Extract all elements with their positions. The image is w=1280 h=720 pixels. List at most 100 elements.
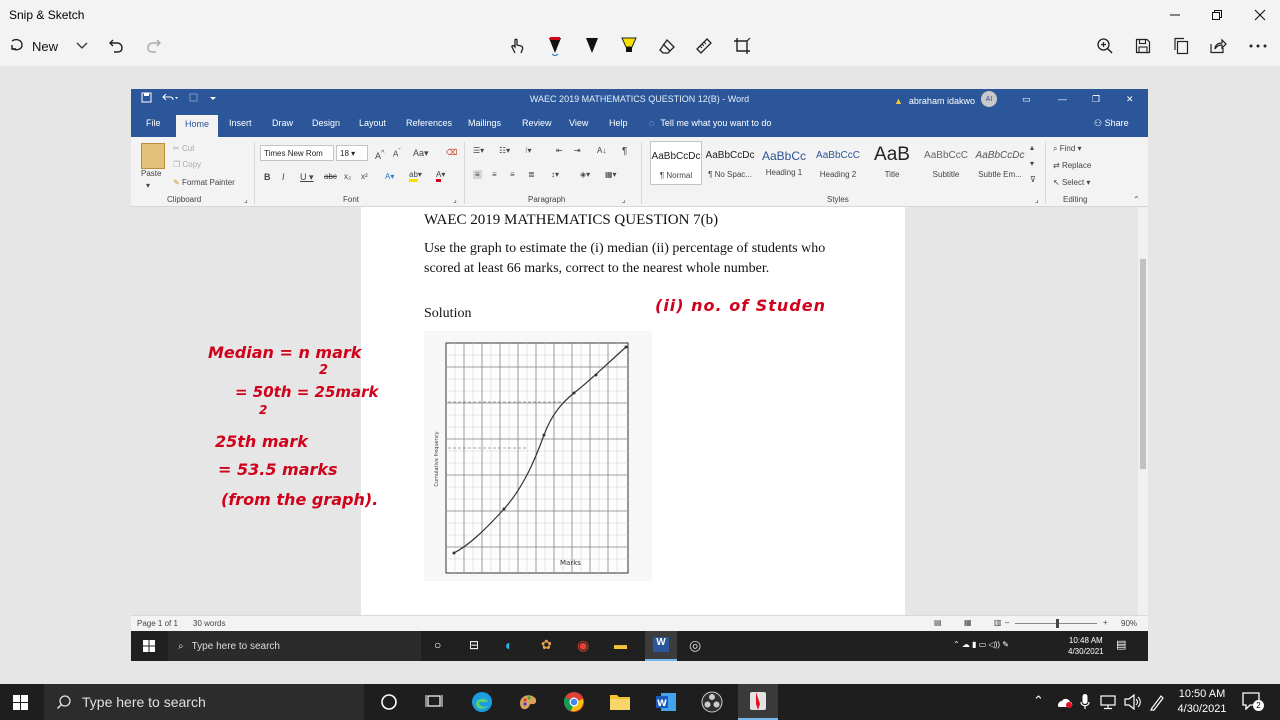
styles-scroll-down-icon[interactable]: ▾ bbox=[1030, 159, 1034, 168]
font-launcher-icon[interactable]: ⌟ bbox=[453, 195, 457, 204]
edge-button[interactable] bbox=[470, 690, 494, 714]
line-spacing-icon[interactable]: ↕▾ bbox=[551, 170, 559, 179]
obs-button[interactable] bbox=[700, 690, 724, 714]
close-button[interactable] bbox=[1240, 2, 1280, 28]
font-color-icon[interactable]: A▾ bbox=[436, 170, 445, 182]
zoom-out-icon[interactable]: – bbox=[1005, 618, 1009, 627]
tab-help[interactable]: Help bbox=[609, 118, 628, 128]
word-button[interactable]: W bbox=[654, 690, 678, 714]
style-no-spacing[interactable]: AaBbCcDc ¶ No Spac... bbox=[704, 141, 756, 185]
zoom-slider-thumb[interactable] bbox=[1056, 619, 1059, 628]
superscript-icon[interactable]: x² bbox=[361, 172, 368, 181]
replace-button[interactable]: ⇄ Replace bbox=[1053, 161, 1091, 170]
zoom-level[interactable]: 90% bbox=[1121, 619, 1137, 628]
style-subtle-emphasis[interactable]: AaBbCcDc Subtle Em... bbox=[974, 141, 1026, 185]
save-button[interactable] bbox=[1131, 30, 1155, 62]
volume-icon[interactable] bbox=[1124, 694, 1142, 710]
obs-icon[interactable]: ◎ bbox=[689, 637, 701, 654]
select-button[interactable]: ↖ Select ▾ bbox=[1053, 178, 1090, 187]
crop-button[interactable] bbox=[730, 30, 754, 62]
word-restore-icon[interactable]: ❐ bbox=[1092, 94, 1100, 105]
share-word-button[interactable]: ⚇ Share bbox=[1094, 118, 1129, 129]
tab-home[interactable]: Home bbox=[176, 115, 219, 137]
shrink-font-icon[interactable]: Aˇ bbox=[393, 148, 401, 159]
highlight-color-icon[interactable]: ab▾ bbox=[409, 170, 422, 182]
document-page[interactable]: WAEC 2019 MATHEMATICS QUESTION 7(b) Use … bbox=[361, 207, 905, 615]
pencil-button[interactable] bbox=[580, 30, 604, 62]
cut-button[interactable]: ✂ Cut bbox=[173, 144, 194, 153]
tab-file[interactable]: File bbox=[146, 118, 161, 128]
shading-icon[interactable]: ◈▾ bbox=[580, 170, 590, 179]
bold-icon[interactable]: B bbox=[264, 172, 271, 182]
web-layout-icon[interactable]: ▥ bbox=[994, 618, 1002, 627]
italic-icon[interactable]: I bbox=[282, 172, 285, 182]
print-layout-icon[interactable]: ▦ bbox=[964, 618, 972, 627]
format-painter-button[interactable]: ✎ Format Painter bbox=[173, 178, 235, 187]
show-hidden-icons-icon[interactable]: ⌃ bbox=[1033, 693, 1044, 709]
align-left-icon[interactable]: ≡ bbox=[473, 170, 482, 179]
subscript-icon[interactable]: x₂ bbox=[344, 172, 351, 181]
word-close-icon[interactable]: ✕ bbox=[1126, 94, 1134, 105]
paragraph-launcher-icon[interactable]: ⌟ bbox=[622, 195, 626, 204]
font-name-combo[interactable]: Times New Rom bbox=[260, 145, 334, 161]
scrollbar-thumb[interactable] bbox=[1140, 259, 1146, 469]
tab-design[interactable]: Design bbox=[312, 118, 340, 128]
tray-icons[interactable]: ⌃ ☁ ▮ ▭ ◁)) ✎ bbox=[953, 640, 1009, 649]
find-button[interactable]: ⌕ Find ▾ bbox=[1053, 144, 1082, 154]
snip-sketch-taskbar-button[interactable] bbox=[738, 684, 778, 720]
file-explorer-button[interactable] bbox=[608, 690, 632, 714]
inner-notification-icon[interactable]: ▤ bbox=[1116, 638, 1126, 651]
snip-canvas[interactable]: WAEC 2019 MATHEMATICS QUESTION 12(B) - W… bbox=[0, 66, 1280, 684]
text-effects-icon[interactable]: A▾ bbox=[385, 172, 394, 181]
collapse-ribbon-icon[interactable]: ⌃ bbox=[1133, 195, 1140, 204]
user-account[interactable]: ▲ abraham idakwo AI bbox=[894, 91, 997, 107]
chrome-button[interactable] bbox=[562, 690, 586, 714]
task-view-icon[interactable]: ⊟ bbox=[469, 638, 479, 652]
zoom-button[interactable] bbox=[1093, 30, 1117, 62]
increase-indent-icon[interactable]: ⇥ bbox=[574, 146, 581, 155]
windows-start-icon[interactable] bbox=[13, 695, 28, 710]
windows-start-icon[interactable] bbox=[143, 640, 155, 652]
cortana-icon[interactable]: ○ bbox=[434, 638, 441, 652]
grow-font-icon[interactable]: A^ bbox=[375, 148, 385, 161]
zoom-in-small-icon[interactable]: + bbox=[1103, 618, 1108, 627]
paint-button[interactable] bbox=[516, 690, 540, 714]
chrome-icon[interactable]: ◉ bbox=[577, 637, 589, 654]
tab-view[interactable]: View bbox=[569, 118, 588, 128]
align-center-icon[interactable]: ≡ bbox=[492, 170, 497, 179]
clear-formatting-icon[interactable]: ⌫ bbox=[446, 148, 457, 157]
tab-review[interactable]: Review bbox=[522, 118, 552, 128]
paste-button[interactable]: Paste bbox=[141, 169, 161, 178]
styles-scroll-up-icon[interactable]: ▴ bbox=[1030, 143, 1034, 152]
task-view-button[interactable] bbox=[422, 690, 446, 714]
microphone-icon[interactable] bbox=[1080, 694, 1090, 710]
page-count[interactable]: Page 1 of 1 bbox=[137, 619, 178, 628]
maximize-button[interactable] bbox=[1197, 2, 1237, 28]
tab-references[interactable]: References bbox=[406, 118, 452, 128]
sort-icon[interactable]: A↓ bbox=[597, 146, 606, 155]
styles-more-icon[interactable]: ⊽ bbox=[1030, 175, 1036, 184]
styles-launcher-icon[interactable]: ⌟ bbox=[1035, 195, 1039, 204]
document-scrollbar[interactable] bbox=[1138, 207, 1148, 615]
cortana-button[interactable] bbox=[377, 690, 401, 714]
numbering-icon[interactable]: ☷▾ bbox=[499, 146, 510, 155]
tab-insert[interactable]: Insert bbox=[229, 118, 252, 128]
style-heading-2[interactable]: AaBbCcC Heading 2 bbox=[812, 141, 864, 185]
edge-icon[interactable]: ◐ bbox=[505, 637, 513, 653]
word-count[interactable]: 30 words bbox=[193, 619, 225, 628]
share-button[interactable] bbox=[1206, 30, 1230, 62]
paste-icon[interactable] bbox=[141, 143, 165, 169]
change-case-icon[interactable]: Aa▾ bbox=[413, 148, 429, 159]
highlighter-button[interactable] bbox=[617, 30, 641, 62]
strikethrough-icon[interactable]: abc bbox=[324, 172, 337, 181]
onedrive-icon[interactable] bbox=[1055, 696, 1073, 708]
decrease-indent-icon[interactable]: ⇤ bbox=[556, 146, 563, 155]
inner-search-box[interactable]: ⌕ Type here to search bbox=[168, 631, 421, 661]
style-subtitle[interactable]: AaBbCcC Subtitle bbox=[920, 141, 972, 185]
word-minimize-icon[interactable]: — bbox=[1058, 94, 1067, 104]
style-title[interactable]: AaB Title bbox=[866, 141, 918, 185]
taskbar-search-box[interactable]: Type here to search bbox=[44, 684, 364, 720]
word-taskbar-button[interactable]: W bbox=[645, 631, 677, 661]
underline-icon[interactable]: U ▾ bbox=[300, 172, 314, 183]
more-options-button[interactable] bbox=[1246, 30, 1270, 62]
